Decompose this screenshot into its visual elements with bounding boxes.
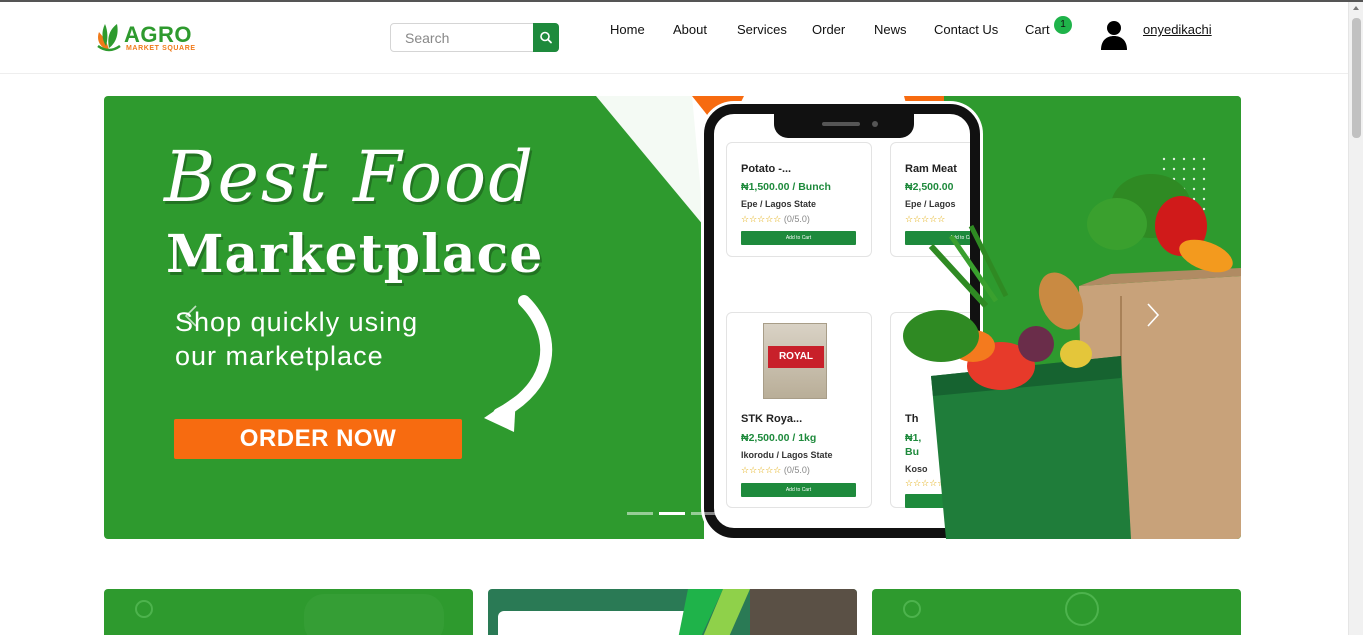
- product-location: Ikorodu / Lagos State: [741, 450, 833, 460]
- service-card[interactable]: [488, 589, 857, 635]
- rating-text: (0/5.0): [783, 214, 810, 224]
- search-box: [390, 23, 559, 52]
- site-header: AGRO MARKET SQUARE Home About Services O…: [0, 2, 1348, 74]
- scrollbar-thumb[interactable]: [1352, 18, 1361, 138]
- service-card-illustration: [903, 592, 1099, 626]
- star-icons: ☆☆☆☆☆: [741, 214, 782, 224]
- carousel-indicator[interactable]: [627, 512, 653, 515]
- carousel-next-button[interactable]: [1146, 302, 1160, 335]
- product-price: ₦2,500.00 / 1kg: [741, 432, 817, 444]
- nav-cart[interactable]: Cart: [1025, 22, 1050, 42]
- hero-subtitle-line1: Shop quickly using: [175, 307, 419, 337]
- hero-subtitle-line2: our marketplace: [175, 341, 384, 371]
- nav-order[interactable]: Order: [812, 22, 845, 42]
- carousel-indicator[interactable]: [691, 512, 717, 515]
- brand-tagline: MARKET SQUARE: [126, 45, 196, 52]
- nav-contact-us[interactable]: Contact Us: [934, 22, 998, 42]
- product-rating: ☆☆☆☆☆ (0/5.0): [741, 465, 810, 476]
- hero-title-line2: Marketplace: [166, 224, 544, 285]
- hero-carousel: Best Food Marketplace Shop quickly using…: [104, 96, 1241, 539]
- user-name-link[interactable]: onyedikachi: [1143, 22, 1212, 37]
- cart-count-badge: 1: [1054, 16, 1072, 34]
- page-scrollbar[interactable]: [1348, 2, 1363, 635]
- carousel-prev-button[interactable]: [184, 304, 198, 334]
- user-avatar[interactable]: [1099, 18, 1129, 50]
- carousel-indicator-active[interactable]: [659, 512, 685, 515]
- rating-text: (0/5.0): [783, 465, 810, 475]
- hero-title-line1: Best Food: [164, 136, 536, 218]
- nav-news[interactable]: News: [874, 22, 907, 42]
- grocery-bags-illustration: [903, 174, 1241, 539]
- user-icon: [1101, 21, 1127, 50]
- service-card-illustration: [498, 589, 857, 635]
- product-price: ₦1,500.00 / Bunch: [741, 181, 831, 193]
- chevron-right-icon: [1147, 303, 1160, 327]
- star-icons: ☆☆☆☆☆: [741, 465, 782, 475]
- search-input[interactable]: [391, 24, 534, 51]
- nav-about[interactable]: About: [673, 22, 707, 42]
- product-location: Epe / Lagos State: [741, 199, 817, 209]
- scroll-up-arrow-icon[interactable]: [1353, 6, 1359, 10]
- product-name: STK Roya...: [741, 413, 803, 425]
- nav-home[interactable]: Home: [610, 22, 645, 42]
- product-rating: ☆☆☆☆☆ (0/5.0): [741, 214, 810, 225]
- service-card[interactable]: [104, 589, 473, 635]
- product-image: ROYAL: [763, 323, 827, 399]
- nav-services[interactable]: Services: [737, 22, 787, 42]
- search-icon: [540, 31, 552, 44]
- chevron-left-icon: [184, 305, 197, 327]
- product-image-label: ROYAL: [768, 346, 824, 368]
- product-name: Potato -...: [741, 163, 792, 175]
- search-button[interactable]: [533, 23, 559, 52]
- order-now-button[interactable]: ORDER NOW: [174, 419, 462, 459]
- leaf-logo-icon: [97, 24, 121, 52]
- service-card[interactable]: [872, 589, 1241, 635]
- service-card-illustration: [135, 594, 444, 635]
- brand-logo[interactable]: AGRO MARKET SQUARE: [96, 20, 206, 56]
